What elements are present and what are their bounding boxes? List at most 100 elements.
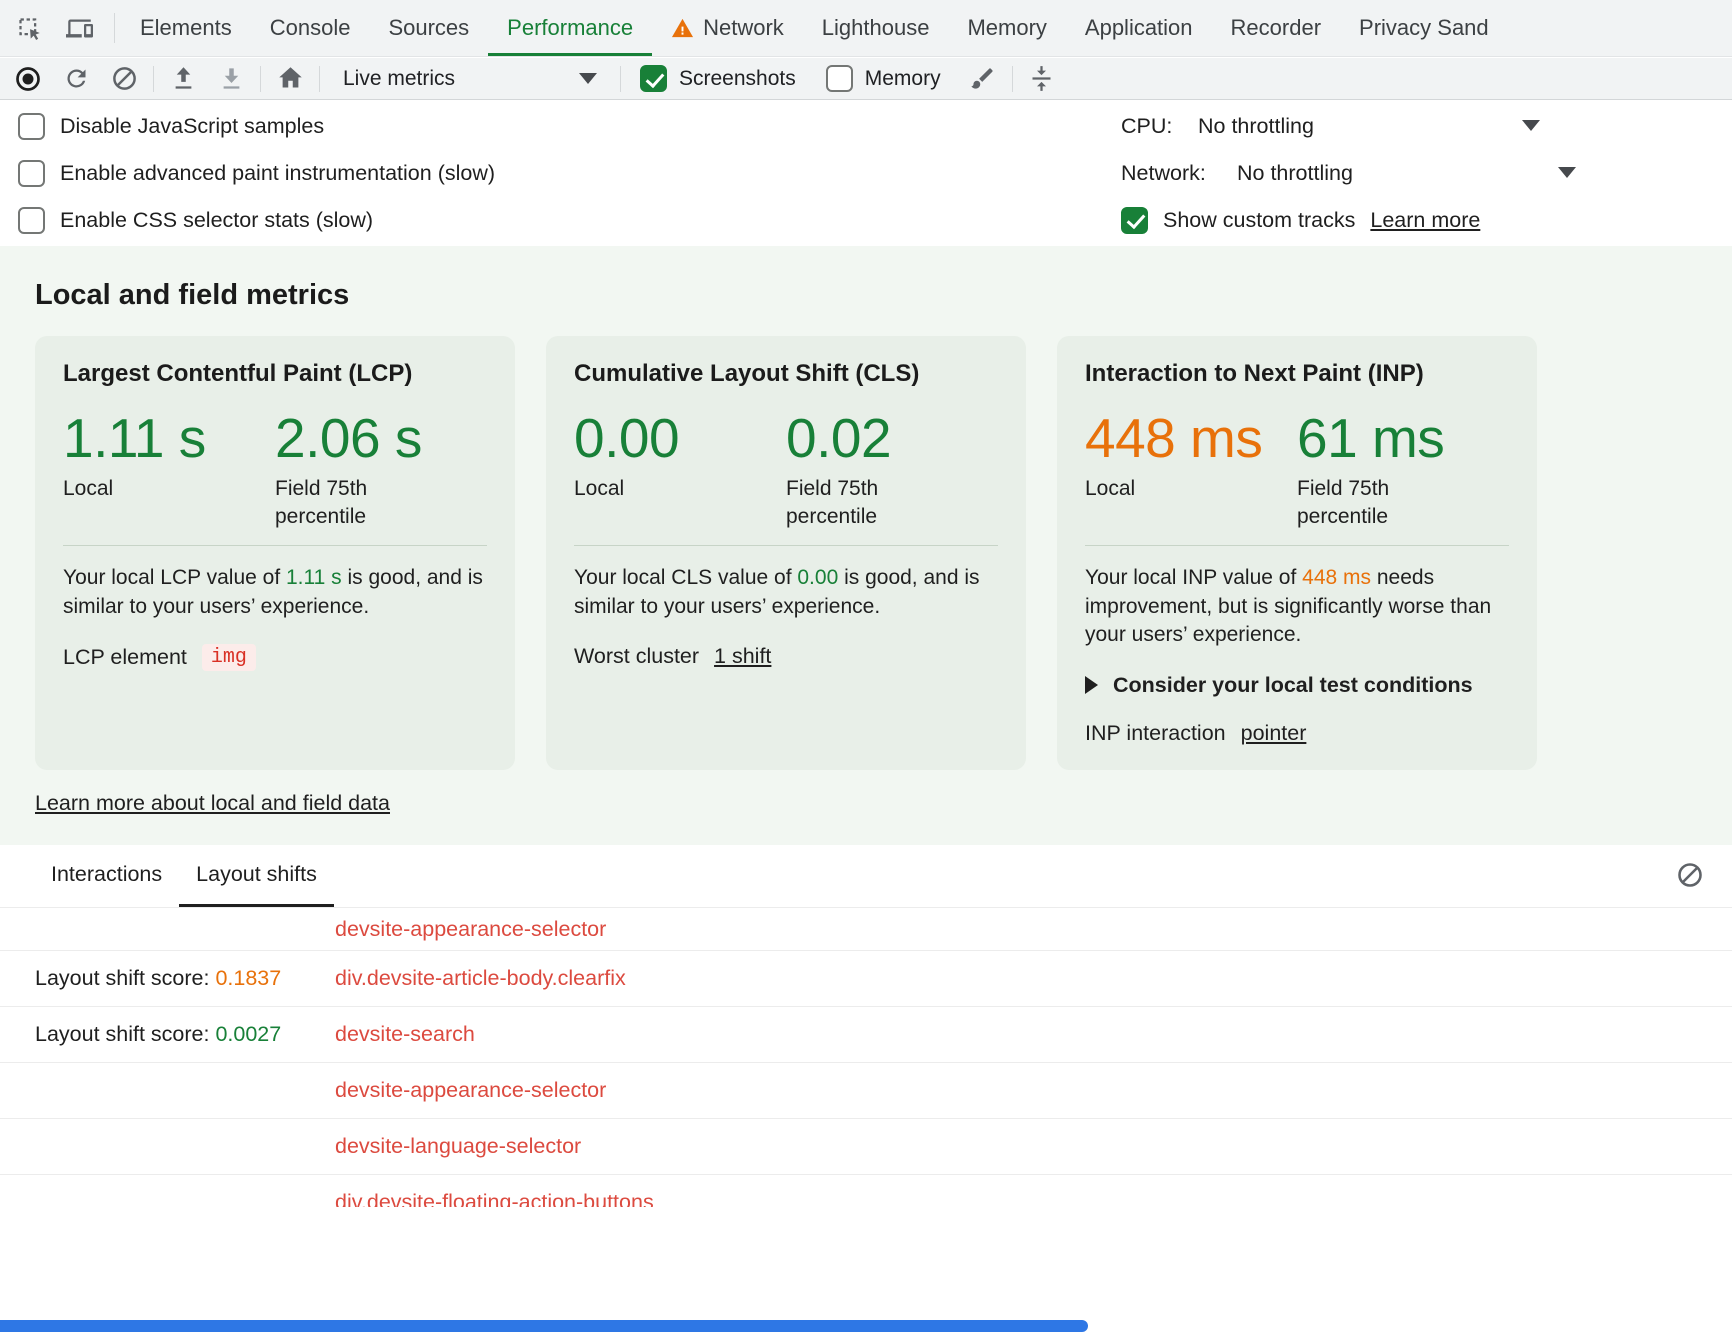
screenshots-checkbox[interactable] xyxy=(640,65,667,92)
css-selector-stats-checkbox[interactable] xyxy=(18,207,45,234)
custom-tracks-checkbox[interactable] xyxy=(1121,207,1148,234)
node-link[interactable]: div.devsite-article-body.clearfix xyxy=(335,966,626,991)
capture-settings-panel: Disable JavaScript samples Enable advanc… xyxy=(0,101,1732,246)
tab-lighthouse[interactable]: Lighthouse xyxy=(803,0,949,56)
network-throttling-label: Network: xyxy=(1121,161,1222,186)
custom-tracks-row[interactable]: Show custom tracks Learn more xyxy=(1121,203,1732,237)
lcp-local-block: 1.11 s Local xyxy=(63,408,275,531)
node-link[interactable]: div.devsite-floating-action-buttons xyxy=(335,1190,654,1207)
layout-shift-row[interactable]: devsite-appearance-selector xyxy=(0,1063,1732,1119)
disable-js-samples-label: Disable JavaScript samples xyxy=(60,114,324,139)
device-toolbar-icon xyxy=(66,15,93,42)
node-link[interactable]: devsite-appearance-selector xyxy=(335,917,606,942)
metric-cards: Largest Contentful Paint (LCP) 1.11 s Lo… xyxy=(35,336,1537,770)
node-link[interactable]: devsite-language-selector xyxy=(335,1134,581,1159)
tab-performance[interactable]: Performance xyxy=(488,0,652,56)
score-label: Layout shift score: xyxy=(35,966,215,990)
node-link[interactable]: devsite-search xyxy=(335,1022,475,1047)
cls-field-value: 0.02 xyxy=(786,408,998,470)
record-button[interactable] xyxy=(10,61,46,97)
node-link[interactable]: devsite-appearance-selector xyxy=(335,1078,606,1103)
memory-checkbox[interactable] xyxy=(826,65,853,92)
css-selector-stats-row[interactable]: Enable CSS selector stats (slow) xyxy=(18,203,373,237)
layout-shift-row[interactable]: div.devsite-floating-action-buttons xyxy=(0,1175,1732,1207)
inp-card-title: Interaction to Next Paint (INP) xyxy=(1085,360,1509,388)
learn-more-local-field-link[interactable]: Learn more about local and field data xyxy=(35,791,390,816)
worst-cluster-label: Worst cluster xyxy=(574,644,699,669)
collect-garbage-button[interactable] xyxy=(965,61,1001,97)
inp-local-block: 448 ms Local xyxy=(1085,408,1297,531)
tab-privacy-sandbox[interactable]: Privacy Sand xyxy=(1340,0,1508,56)
device-toolbar-button[interactable] xyxy=(58,7,100,49)
divider xyxy=(63,545,487,546)
disable-js-samples-row[interactable]: Disable JavaScript samples xyxy=(18,109,324,143)
cpu-throttling-label: CPU: xyxy=(1121,114,1183,139)
tab-memory[interactable]: Memory xyxy=(948,0,1065,56)
cls-field-label: Field 75th percentile xyxy=(786,475,911,532)
css-selector-stats-label: Enable CSS selector stats (slow) xyxy=(60,208,373,233)
lcp-field-label: Field 75th percentile xyxy=(275,475,400,532)
reload-icon xyxy=(63,65,90,92)
network-throttling-select[interactable]: No throttling xyxy=(1237,161,1353,186)
local-test-conditions-label: Consider your local test conditions xyxy=(1113,673,1473,698)
tab-application[interactable]: Application xyxy=(1066,0,1212,56)
tab-sources[interactable]: Sources xyxy=(369,0,488,56)
layout-shift-row[interactable]: Layout shift score: 0.0027 devsite-searc… xyxy=(0,1007,1732,1063)
lcp-summary-text: Your local LCP value of 1.11 s is good, … xyxy=(63,564,487,621)
collapse-icon xyxy=(1028,65,1055,92)
inp-interaction-link[interactable]: pointer xyxy=(1241,721,1307,746)
horizontal-scrollbar-thumb[interactable] xyxy=(0,1320,1088,1332)
lcp-element-node-link[interactable]: img xyxy=(202,644,256,671)
history-dropdown-value: Live metrics xyxy=(343,67,455,91)
save-profile-button[interactable] xyxy=(213,61,249,97)
inp-summary-text: Your local INP value of 448 ms needs imp… xyxy=(1085,564,1509,650)
disable-js-samples-checkbox[interactable] xyxy=(18,113,45,140)
reload-and-record-button[interactable] xyxy=(58,61,94,97)
clear-log-button[interactable] xyxy=(1676,858,1710,892)
tab-console[interactable]: Console xyxy=(251,0,370,56)
home-button[interactable] xyxy=(272,61,308,97)
devtools-tabbar: Elements Console Sources Performance Net… xyxy=(0,0,1732,57)
divider xyxy=(1085,545,1509,546)
load-profile-button[interactable] xyxy=(165,61,201,97)
layout-shift-row[interactable]: devsite-appearance-selector xyxy=(0,908,1732,951)
lcp-local-label: Local xyxy=(63,475,188,503)
inp-field-label: Field 75th percentile xyxy=(1297,475,1422,532)
tab-network[interactable]: Network xyxy=(652,0,803,56)
cls-card-title: Cumulative Layout Shift (CLS) xyxy=(574,360,998,388)
worst-cluster-link[interactable]: 1 shift xyxy=(714,644,771,669)
disclosure-triangle-icon xyxy=(1085,676,1098,694)
score-label: Layout shift score: xyxy=(35,1022,215,1046)
inspect-icon xyxy=(16,15,43,42)
cls-local-value: 0.00 xyxy=(574,408,786,470)
cpu-throttling-select[interactable]: No throttling xyxy=(1198,114,1314,139)
layout-shift-row[interactable]: Layout shift score: 0.1837 div.devsite-a… xyxy=(0,951,1732,1007)
advanced-paint-label: Enable advanced paint instrumentation (s… xyxy=(60,161,495,186)
inspect-element-button[interactable] xyxy=(8,7,50,49)
tab-interactions[interactable]: Interactions xyxy=(34,845,179,907)
separator xyxy=(114,13,115,43)
clear-icon xyxy=(111,65,138,92)
memory-toggle[interactable]: Memory xyxy=(826,65,941,92)
tab-layout-shifts[interactable]: Layout shifts xyxy=(179,845,334,907)
separator xyxy=(319,66,320,92)
cls-card: Cumulative Layout Shift (CLS) 0.00 Local… xyxy=(546,336,1026,770)
history-dropdown[interactable]: Live metrics xyxy=(331,67,609,91)
screenshots-toggle[interactable]: Screenshots xyxy=(640,65,796,92)
cpu-caret-icon[interactable] xyxy=(1522,120,1540,131)
shortcuts-dialog-button[interactable] xyxy=(1024,61,1060,97)
custom-tracks-learn-more-link[interactable]: Learn more xyxy=(1370,208,1480,233)
advanced-paint-row[interactable]: Enable advanced paint instrumentation (s… xyxy=(18,156,495,190)
lcp-card: Largest Contentful Paint (LCP) 1.11 s Lo… xyxy=(35,336,515,770)
clear-button[interactable] xyxy=(106,61,142,97)
cls-field-block: 0.02 Field 75th percentile xyxy=(786,408,998,531)
separator xyxy=(1012,66,1013,92)
tab-elements[interactable]: Elements xyxy=(121,0,251,56)
layout-shift-row[interactable]: devsite-language-selector xyxy=(0,1119,1732,1175)
score-value: 0.1837 xyxy=(215,966,281,990)
network-caret-icon[interactable] xyxy=(1558,167,1576,178)
local-test-conditions-disclosure[interactable]: Consider your local test conditions xyxy=(1085,673,1509,698)
advanced-paint-checkbox[interactable] xyxy=(18,160,45,187)
clear-log-icon xyxy=(1676,861,1704,889)
tab-recorder[interactable]: Recorder xyxy=(1212,0,1340,56)
